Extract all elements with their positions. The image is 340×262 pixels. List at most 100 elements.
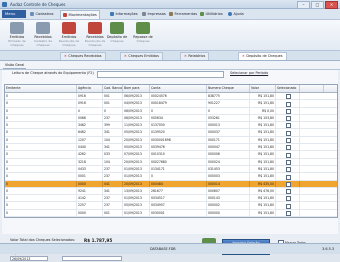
table-row[interactable]: 0 2257 237 05/09/2013 0034957 000002 R$ 151,80 xyxy=(5,202,337,210)
table-cell: 399 xyxy=(103,122,123,129)
row-select-checkbox[interactable] xyxy=(285,130,291,136)
folder-icon xyxy=(30,12,34,16)
table-cell: 4142 xyxy=(77,195,103,202)
close-tab-icon[interactable]: ✕ xyxy=(124,53,127,60)
row-select-checkbox[interactable] xyxy=(285,138,291,144)
menu-button[interactable]: Menu xyxy=(2,10,26,18)
row-select-checkbox[interactable] xyxy=(285,94,291,100)
col-valor[interactable]: Valor xyxy=(250,85,276,92)
row-select-cell xyxy=(276,173,300,180)
table-row[interactable]: 0 9241 341 13/09/2013 261677 000607 R$ 476,00 xyxy=(5,187,337,196)
return-check-icon xyxy=(62,22,76,34)
table-row[interactable]: 0 3462 399 11/09/2013 0137050 000013 R$ 151,80 xyxy=(5,122,337,130)
table-cell: 001 xyxy=(103,100,123,107)
table-row[interactable]: 0 4142 237 01/09/2013 0034517 000143 R$ 151,80 xyxy=(5,195,337,203)
row-select-checkbox[interactable] xyxy=(285,145,291,151)
row-select-checkbox[interactable] xyxy=(285,203,291,209)
doc-tab-cheques-recebidos[interactable]: ✕ Cheques Recebidos xyxy=(60,52,106,60)
table-row[interactable]: 0 0916 001 04/09/2013 00018479 901227 R$ 151,8… xyxy=(5,100,337,108)
table-row[interactable]: 0 3218 104 20/09/2013 00027680 000024 R$ 151,8… xyxy=(5,158,337,166)
sub-tab-visao-geral[interactable]: Visão Geral xyxy=(3,62,27,69)
table-cell: 00024576 xyxy=(150,93,207,100)
table-cell: 0 xyxy=(5,180,77,187)
row-select-checkbox[interactable] xyxy=(285,108,291,114)
ribbon-repasse-button[interactable]: Repasse de Cheques xyxy=(130,22,156,43)
account-field[interactable] xyxy=(62,256,122,261)
table-cell: 0 xyxy=(5,122,77,129)
table-row[interactable]: 0 0440 341 05/09/2013 0039476 000047 R$ 151,80 xyxy=(5,144,337,152)
ribbon-deposito-button[interactable]: Depósito de Cheques xyxy=(104,22,130,43)
table-row[interactable]: 0 0916 001 06/09/2013 00024576 838775 R$ 151,8… xyxy=(5,93,337,101)
table-row[interactable]: 0 0000 001 01/09/2013 0030001 000000 R$ 151,80 xyxy=(5,209,337,217)
row-select-checkbox[interactable] xyxy=(285,101,291,107)
table-cell: 000037 xyxy=(207,129,250,136)
col-numero-cheque[interactable]: Numero Cheque xyxy=(207,85,250,92)
row-select-checkbox[interactable] xyxy=(285,116,291,122)
doc-tab-deposito[interactable]: ✕ Depósito de Cheques xyxy=(238,52,287,60)
tab-impressos[interactable]: Impressos xyxy=(140,10,168,18)
table-cell: 3218 xyxy=(77,158,103,165)
table-row[interactable]: 0 4262 033 07/09/2013 0010310 000006 R$ 151,80 xyxy=(5,151,337,159)
deposit-icon xyxy=(110,22,124,34)
table-cell: 4262 xyxy=(77,151,103,158)
table-cell: 00027680 xyxy=(150,158,207,165)
col-cod-banco[interactable]: Cod. Banco xyxy=(103,85,123,92)
table-row[interactable]: 0 0000 041 20/09/2013 000484 000014 R$ 435,00 xyxy=(5,180,337,188)
select-period-link[interactable]: Selecionar por Período xyxy=(230,70,268,77)
table-row[interactable]: 0 0 0 06/09/2013 0 0 R$ 0,00 xyxy=(5,107,337,115)
table-cell: 000607 xyxy=(207,187,250,195)
tab-utilitarios[interactable]: Utilitários xyxy=(198,10,225,18)
row-select-checkbox[interactable] xyxy=(285,181,291,187)
col-bom-para[interactable]: Bom para xyxy=(123,85,150,92)
close-tab-icon[interactable]: ✕ xyxy=(64,53,67,60)
maximize-button[interactable]: □ xyxy=(311,1,324,9)
table-row[interactable]: 0 0066 237 06/09/2013 005634 053261 R$ 153,80 xyxy=(5,114,337,123)
table-cell: R$ 153,80 xyxy=(250,114,276,122)
close-tab-icon[interactable]: ✕ xyxy=(242,53,245,60)
title-bar: Audaz Controle de Cheques – □ ✕ xyxy=(0,0,340,9)
doc-tab-relatorios[interactable]: ✕ Relatórios xyxy=(180,52,210,60)
row-select-checkbox[interactable] xyxy=(285,189,291,195)
col-selecionado[interactable]: Selecionado xyxy=(276,85,300,92)
row-select-checkbox[interactable] xyxy=(285,174,291,180)
reader-input[interactable] xyxy=(97,71,224,78)
table-row[interactable]: 0 6462 341 05/09/2013 0139520 000037 R$ 151,80 xyxy=(5,129,337,137)
row-select-cell xyxy=(276,158,300,165)
row-select-checkbox[interactable] xyxy=(285,211,291,217)
ribbon-devolucao-emitidos-button[interactable]: Emitidos Devolução de Cheques xyxy=(56,22,82,47)
tab-movimentacoes[interactable]: Movimentações xyxy=(60,10,100,19)
tab-ferramentas[interactable]: Ferramentas xyxy=(167,10,199,18)
table-cell: 341 xyxy=(103,187,123,195)
table-cell: 00018479 xyxy=(150,100,207,107)
table-row[interactable]: 0 1207 104 20/09/2013 0030001698 000171 R$ 151… xyxy=(5,136,337,145)
row-select-checkbox[interactable] xyxy=(285,167,291,173)
row-select-cell xyxy=(276,195,300,202)
col-emitente[interactable]: Emitente xyxy=(5,85,77,92)
row-select-checkbox[interactable] xyxy=(285,159,291,165)
table-cell: 0 xyxy=(77,107,103,114)
tab-cadastros[interactable]: Cadastros xyxy=(28,10,55,18)
ribbon-recebidos-button[interactable]: Recebidos Cadastro de Cheques xyxy=(30,22,56,47)
doc-tab-cheques-emitidos[interactable]: ✕ Cheques Emitidos xyxy=(120,52,163,60)
minimize-button[interactable]: – xyxy=(297,1,310,9)
tab-informacoes[interactable]: Informações xyxy=(108,10,140,18)
close-button[interactable]: ✕ xyxy=(325,1,338,9)
table-row[interactable]: 0 0001 237 01/09/2013 0 000003 R$ 151,80 xyxy=(5,173,337,181)
checks-grid: Emitente Agência Cod. Banco Bom para Con… xyxy=(4,84,338,218)
table-cell: 0 xyxy=(5,144,77,151)
row-select-checkbox[interactable] xyxy=(285,152,291,158)
row-select-cell xyxy=(276,136,300,144)
close-tab-icon[interactable]: ✕ xyxy=(184,53,187,60)
tab-ajuda[interactable]: Ajuda xyxy=(226,10,246,18)
col-conta[interactable]: Conta xyxy=(150,85,207,92)
table-cell: R$ 151,80 xyxy=(250,165,276,173)
row-select-cell xyxy=(276,165,300,173)
ribbon-emitidos-button[interactable]: Emitidos Emissão de Cheques xyxy=(4,22,30,47)
table-row[interactable]: 0 0433 237 01/09/2013 0134171 031453 R$ 151,80 xyxy=(5,165,337,174)
deposit-date-field[interactable]: 26/09/2013 xyxy=(10,256,48,261)
col-agencia[interactable]: Agência xyxy=(77,85,103,92)
row-select-checkbox[interactable] xyxy=(285,123,291,129)
row-select-checkbox[interactable] xyxy=(285,196,291,202)
table-cell: 07/09/2013 xyxy=(123,151,150,158)
table-cell: 0034517 xyxy=(150,195,207,202)
